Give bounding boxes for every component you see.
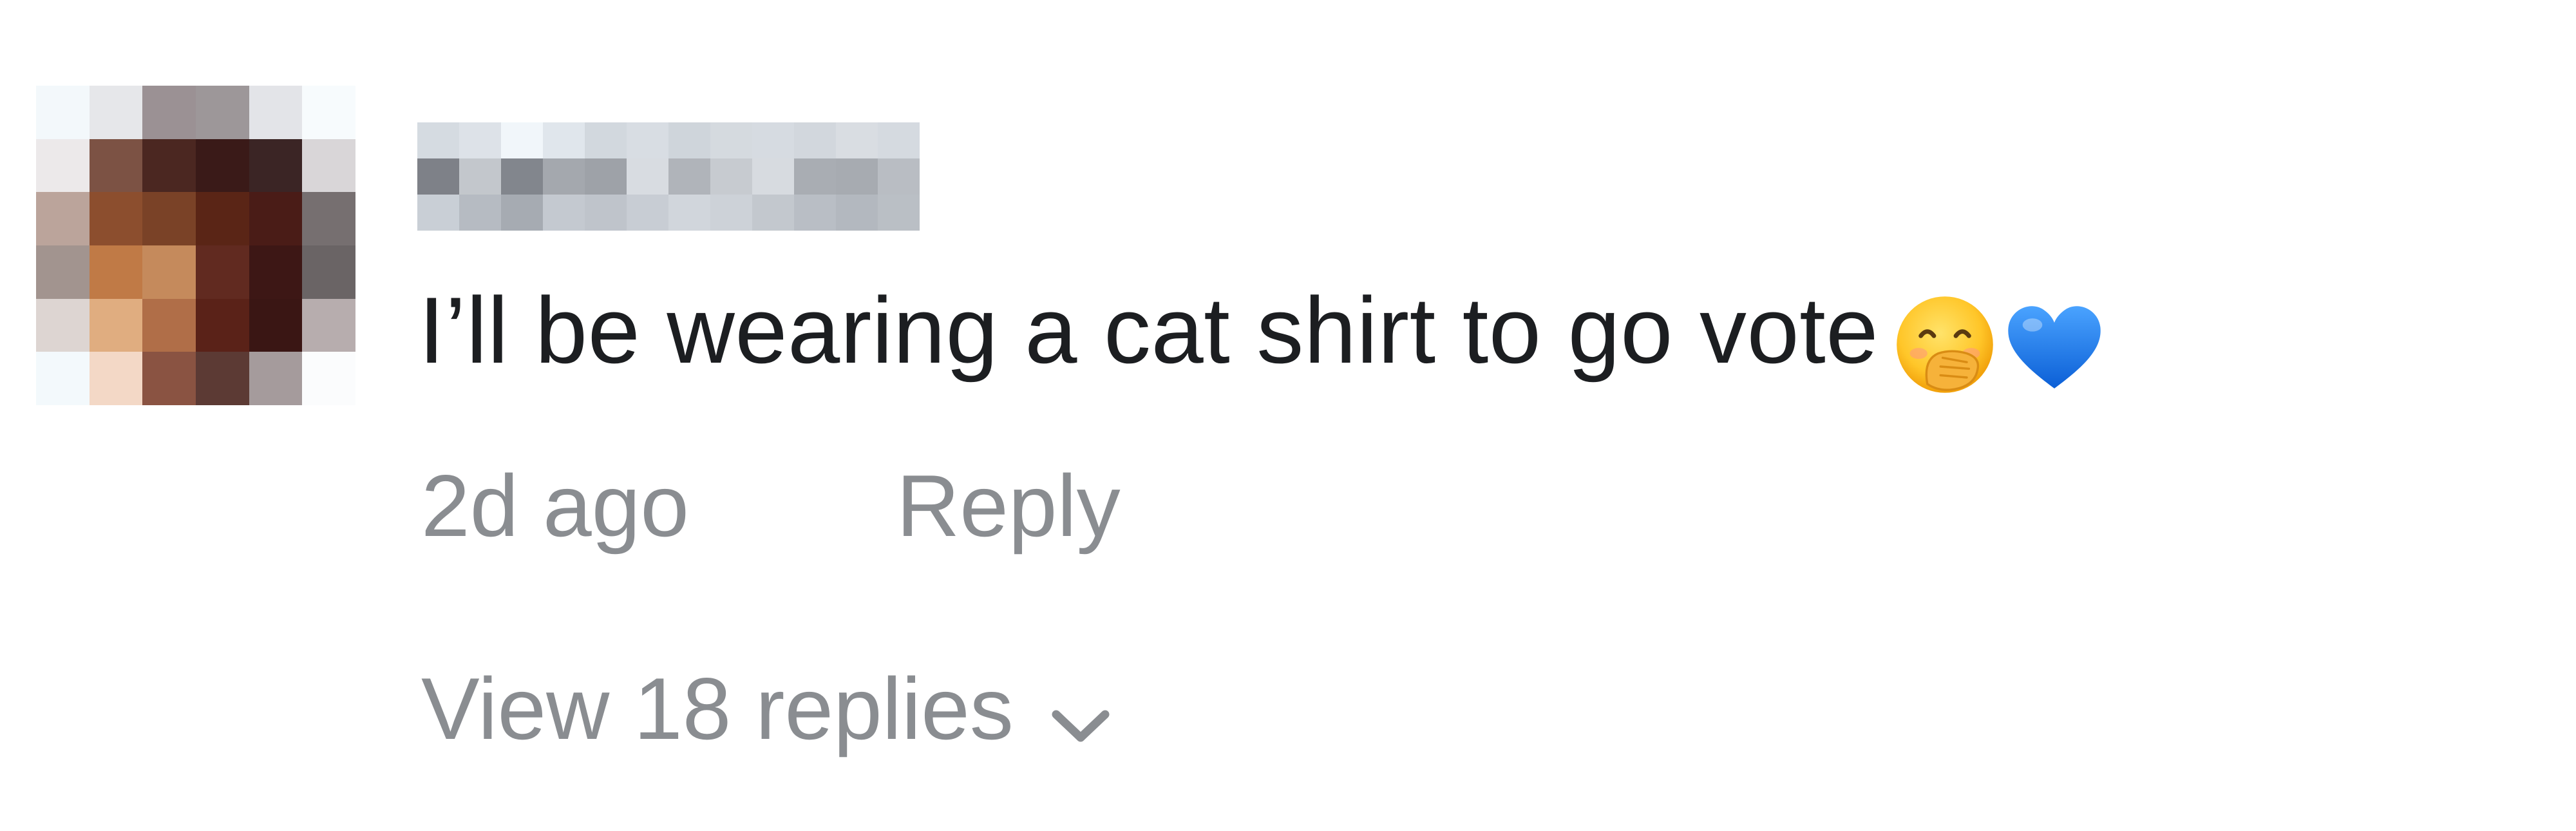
comment-body: I’ll be wearing a cat shirt to go vote bbox=[419, 269, 2109, 399]
view-replies-button[interactable]: View 18 replies bbox=[421, 647, 1112, 770]
face-with-hand-over-mouth-icon bbox=[1897, 296, 1993, 393]
comment: I’ll be wearing a cat shirt to go vote 2… bbox=[0, 0, 2576, 831]
emoji-group bbox=[1890, 276, 2109, 399]
username-redacted[interactable] bbox=[417, 122, 920, 231]
reply-button[interactable]: Reply bbox=[896, 451, 1121, 560]
blue-heart-icon bbox=[2008, 306, 2101, 389]
avatar[interactable] bbox=[36, 86, 355, 405]
comment-text: I’ll be wearing a cat shirt to go vote bbox=[419, 278, 1879, 383]
chevron-down-icon bbox=[1050, 660, 1112, 770]
comment-timestamp: 2d ago bbox=[421, 457, 689, 555]
view-replies-label: View 18 replies bbox=[421, 660, 1014, 758]
